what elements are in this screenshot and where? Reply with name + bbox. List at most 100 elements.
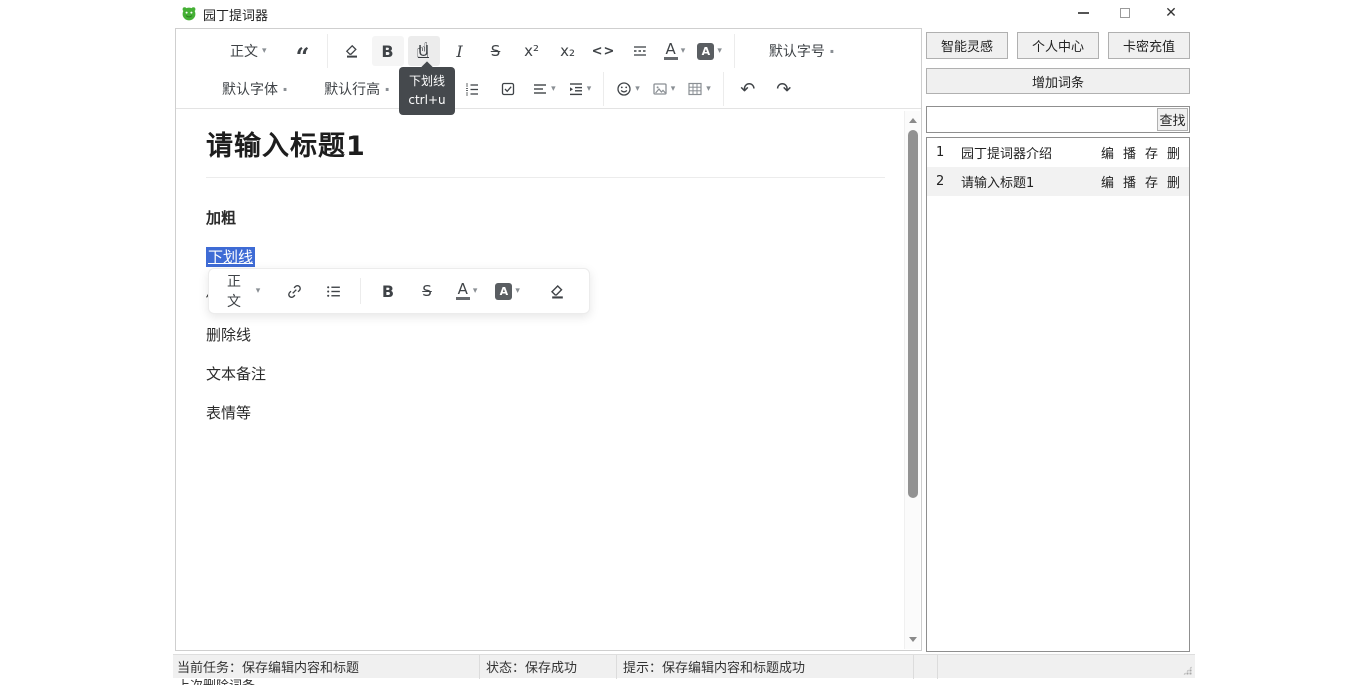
- scrollbar-thumb[interactable]: [908, 130, 918, 498]
- eraser-icon: [549, 283, 566, 300]
- tooltip-title: 下划线: [401, 72, 453, 91]
- image-icon: [652, 81, 668, 97]
- sidebar-panel: 智能灵感 个人中心 卡密充值 增加词条 查找 1 园丁提词器介绍 编 播 存 删…: [926, 28, 1190, 651]
- indent-dropdown[interactable]: ▾: [564, 74, 596, 104]
- entry-play-link[interactable]: 播: [1123, 143, 1136, 162]
- line-underline: 下划线: [206, 246, 255, 267]
- find-button[interactable]: 查找: [1157, 108, 1188, 131]
- scrollbar-down-button[interactable]: [905, 632, 921, 647]
- emoji-icon: [616, 81, 632, 97]
- maximize-button[interactable]: [1108, 0, 1142, 25]
- background-color-button[interactable]: A▾: [693, 36, 726, 66]
- title-bar: 园丁提词器 ✕: [0, 0, 1370, 26]
- toolbar-separator: [723, 72, 724, 106]
- ordered-list-icon: [464, 81, 480, 97]
- window-title: 园丁提词器: [203, 5, 268, 24]
- smart-inspiration-button[interactable]: 智能灵感: [926, 32, 1008, 59]
- entry-index: 1: [936, 145, 961, 160]
- add-entry-button[interactable]: 增加词条: [926, 68, 1190, 94]
- bubble-clear-format-button[interactable]: [543, 276, 572, 306]
- entry-row[interactable]: 2 请输入标题1 编 播 存 删: [927, 167, 1189, 196]
- checkbox-icon: [500, 81, 516, 97]
- editor-content[interactable]: 请输入标题1 加粗 下划线 倾斜 删除线 文本备注 表情等 正文: [176, 110, 903, 650]
- blockquote-button[interactable]: “: [287, 36, 319, 66]
- task-list-button[interactable]: [492, 74, 524, 104]
- bubble-paragraph-dropdown[interactable]: 正文: [221, 276, 266, 306]
- status-separator: [937, 655, 938, 679]
- resize-grip[interactable]: [1183, 666, 1192, 675]
- font-family-dropdown[interactable]: 默认字体: [216, 74, 294, 104]
- table-icon: [687, 81, 703, 97]
- search-bar: 查找: [926, 106, 1190, 133]
- bubble-background-color-button[interactable]: A▾: [491, 276, 524, 306]
- minimize-icon: [1078, 12, 1089, 14]
- italic-button[interactable]: I: [444, 36, 476, 66]
- bullet-list-icon: [325, 283, 342, 300]
- bubble-link-button[interactable]: [280, 276, 309, 306]
- bubble-bold-button[interactable]: B: [373, 276, 402, 306]
- toolbar-separator: [327, 34, 328, 68]
- horizontal-rule-button[interactable]: [624, 36, 656, 66]
- clear-format-button[interactable]: [336, 36, 368, 66]
- entry-row[interactable]: 1 园丁提词器介绍 编 播 存 删: [927, 138, 1189, 167]
- toolbar-separator: [734, 34, 735, 68]
- align-dropdown[interactable]: ▾: [528, 74, 560, 104]
- redo-button[interactable]: ↷: [768, 74, 800, 104]
- scrollbar-up-button[interactable]: [905, 113, 921, 128]
- entry-edit-link[interactable]: 编: [1101, 172, 1114, 191]
- entry-title: 请输入标题1: [961, 172, 1101, 191]
- underline-tooltip: 下划线 ctrl+u: [399, 67, 455, 115]
- status-state: 状态：保存成功: [480, 657, 616, 676]
- tooltip-shortcut: ctrl+u: [401, 91, 453, 110]
- background-color-icon: A: [697, 43, 714, 60]
- paragraph-style-dropdown[interactable]: 正文: [224, 36, 273, 66]
- bubble-strikethrough-button[interactable]: S: [412, 276, 441, 306]
- entry-title: 园丁提词器介绍: [961, 143, 1101, 162]
- document-heading: 请输入标题1: [206, 124, 366, 163]
- status-bar: 当前任务：保存编辑内容和标题 状态：保存成功 提示：保存编辑内容和标题成功: [173, 654, 1195, 678]
- sidebar-top-buttons: 智能灵感 个人中心 卡密充值: [926, 32, 1190, 59]
- editor-scrollbar[interactable]: [904, 111, 920, 649]
- strikethrough-button[interactable]: S: [480, 36, 512, 66]
- arrow-up-icon: [909, 118, 917, 123]
- entry-save-link[interactable]: 存: [1145, 172, 1158, 191]
- background-color-icon: A: [495, 283, 512, 300]
- subscript-button[interactable]: x₂: [552, 36, 584, 66]
- code-button[interactable]: <>: [588, 36, 620, 66]
- entry-actions: 编 播 存 删: [1101, 143, 1180, 162]
- status-separator: [913, 655, 914, 679]
- image-dropdown[interactable]: ▾: [648, 74, 680, 104]
- superscript-button[interactable]: x²: [516, 36, 548, 66]
- toolbar-row-1: 正文 “ B U I S x² x₂ <>: [176, 29, 921, 69]
- line-note: 文本备注: [206, 363, 266, 384]
- entry-delete-link[interactable]: 删: [1167, 172, 1180, 191]
- app-logo-icon: [181, 5, 197, 21]
- table-dropdown[interactable]: ▾: [683, 74, 715, 104]
- search-input[interactable]: [927, 107, 1189, 132]
- line-bold: 加粗: [206, 207, 236, 228]
- entry-edit-link[interactable]: 编: [1101, 143, 1114, 162]
- entry-delete-link[interactable]: 删: [1167, 143, 1180, 162]
- bubble-font-color-button[interactable]: A▾: [452, 276, 482, 306]
- bubble-list-button[interactable]: [319, 276, 348, 306]
- font-color-button[interactable]: A▾: [660, 36, 690, 66]
- line-height-dropdown[interactable]: 默认行高: [318, 74, 396, 104]
- editor-panel: 正文 “ B U I S x² x₂ <>: [175, 28, 922, 651]
- underline-button[interactable]: U: [408, 36, 440, 66]
- ordered-list-button[interactable]: [456, 74, 488, 104]
- entry-play-link[interactable]: 播: [1123, 172, 1136, 191]
- arrow-down-icon: [909, 637, 917, 642]
- link-icon: [286, 283, 303, 300]
- bold-button[interactable]: B: [372, 36, 404, 66]
- personal-center-button[interactable]: 个人中心: [1017, 32, 1099, 59]
- entry-save-link[interactable]: 存: [1145, 143, 1158, 162]
- selected-text: 下划线: [206, 247, 255, 267]
- undo-button[interactable]: ↶: [732, 74, 764, 104]
- bubble-separator: [360, 278, 361, 304]
- font-size-dropdown[interactable]: 默认字号: [763, 36, 841, 66]
- eraser-icon: [344, 43, 360, 59]
- emoji-dropdown[interactable]: ▾: [612, 74, 644, 104]
- recharge-button[interactable]: 卡密充值: [1108, 32, 1190, 59]
- minimize-button[interactable]: [1066, 0, 1100, 25]
- close-button[interactable]: ✕: [1154, 0, 1188, 25]
